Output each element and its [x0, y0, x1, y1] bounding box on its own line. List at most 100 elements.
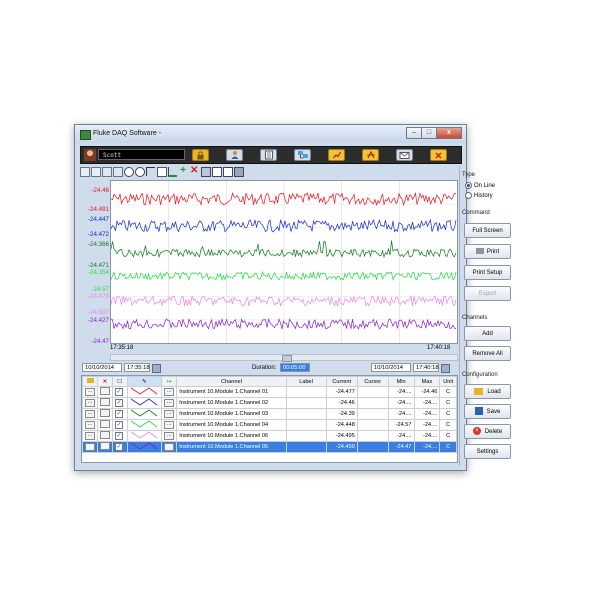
- pen-options-button[interactable]: …: [164, 399, 175, 407]
- print-chart-icon[interactable]: [234, 167, 244, 177]
- cursor-cell: [356, 441, 389, 453]
- table-row[interactable]: … ✓… Instrument 10.Module 1.Channel 06 -24.…: [82, 430, 457, 442]
- label-cell: [285, 441, 327, 453]
- zoom-region-icon[interactable]: [102, 167, 112, 177]
- pen-preview[interactable]: [130, 398, 158, 406]
- channel-cell: Instrument 10.Module 1.Channel 01: [176, 386, 287, 398]
- delete-button[interactable]: × Delete: [464, 424, 511, 439]
- pen-options-button[interactable]: …: [164, 443, 175, 451]
- end-time-field[interactable]: 17:40:18: [413, 363, 439, 372]
- export-button[interactable]: Export: [464, 286, 511, 301]
- visible-checkbox[interactable]: ✓: [115, 443, 123, 451]
- email-icon[interactable]: [396, 149, 413, 161]
- row-delete-button[interactable]: [100, 409, 110, 417]
- row-control-cell: …: [82, 386, 98, 398]
- settings-button[interactable]: Settings: [464, 444, 511, 459]
- close-icon[interactable]: [430, 149, 447, 161]
- visible-checkbox[interactable]: ✓: [115, 432, 123, 440]
- history-radio[interactable]: History: [465, 192, 493, 199]
- delete-column-icon[interactable]: ✕: [97, 376, 113, 387]
- row-control-cell: …: [82, 419, 98, 431]
- visible-checkbox[interactable]: ✓: [115, 410, 123, 418]
- layout-icon[interactable]: [201, 167, 211, 177]
- draw-line-icon[interactable]: [168, 167, 177, 177]
- pen-options-button[interactable]: …: [164, 421, 175, 429]
- pen-options-button[interactable]: …: [164, 388, 175, 396]
- remove-icon[interactable]: ✕: [190, 166, 198, 176]
- row-options-button[interactable]: …: [85, 432, 95, 440]
- row-control-cell: [97, 419, 113, 431]
- list-icon[interactable]: [260, 149, 277, 161]
- start-time-spinner[interactable]: [152, 364, 161, 373]
- row-options-button[interactable]: …: [85, 410, 95, 418]
- user-name-field[interactable]: Scott: [98, 149, 185, 160]
- duration-field[interactable]: 00:05:00: [280, 363, 310, 372]
- instruments-icon[interactable]: [294, 149, 311, 161]
- print-setup-button[interactable]: Print Setup: [464, 265, 511, 280]
- minimize-button[interactable]: –: [406, 127, 422, 139]
- start-date-field[interactable]: 10/10/2014: [82, 363, 122, 372]
- pen-preview[interactable]: [130, 431, 158, 439]
- pen-options-button[interactable]: …: [164, 432, 175, 440]
- columns-icon[interactable]: [212, 167, 222, 177]
- fit-icon[interactable]: [223, 167, 233, 177]
- visible-checkbox[interactable]: ✓: [115, 421, 123, 429]
- add-channel-button[interactable]: Add: [464, 326, 511, 341]
- maximize-button[interactable]: □: [421, 127, 437, 139]
- end-time-spinner[interactable]: [441, 364, 450, 373]
- print-button[interactable]: Print: [464, 244, 511, 259]
- max-cell: -24....: [413, 408, 441, 420]
- full-screen-button[interactable]: Full Screen: [464, 223, 511, 238]
- table-row[interactable]: … ✓… Instrument 10.Module 1.Channel 04 -24.…: [82, 419, 457, 431]
- pen-preview[interactable]: [130, 409, 158, 417]
- channel-header: Channel: [176, 376, 287, 387]
- row-options-button[interactable]: …: [85, 388, 95, 396]
- start-time-field[interactable]: 17:35:18: [124, 363, 150, 372]
- table-row[interactable]: … ✓… Instrument 10.Module 1.Channel 02 -24.…: [82, 397, 457, 409]
- lock-icon[interactable]: [192, 149, 209, 161]
- remove-all-button[interactable]: Remove All: [464, 346, 511, 361]
- pen-preview[interactable]: [130, 442, 158, 450]
- add-icon[interactable]: +: [179, 166, 187, 176]
- row-delete-button[interactable]: [100, 387, 110, 395]
- online-radio[interactable]: On Line: [465, 182, 495, 189]
- trend-chart[interactable]: [110, 180, 458, 344]
- printer-icon: [475, 248, 484, 255]
- open-folder-icon[interactable]: [82, 376, 98, 387]
- pen-preview[interactable]: [130, 387, 158, 395]
- row-options-button[interactable]: …: [85, 421, 95, 429]
- save-button[interactable]: Save: [464, 404, 511, 419]
- row-delete-button[interactable]: [100, 420, 110, 428]
- row-delete-button[interactable]: [100, 398, 110, 406]
- link-icon[interactable]: [80, 167, 90, 177]
- zoom-time-icon[interactable]: [113, 167, 123, 177]
- visible-checkbox[interactable]: ✓: [115, 388, 123, 396]
- visible-checkbox[interactable]: ✓: [115, 399, 123, 407]
- table-row[interactable]: … ✓… Instrument 10.Module 1.Channel 05 -24.…: [82, 441, 457, 453]
- zoom-in-icon[interactable]: [124, 167, 134, 177]
- close-window-button[interactable]: x: [436, 127, 462, 139]
- table-row[interactable]: … ✓… Instrument 10.Module 1.Channel 01 -24.…: [82, 386, 457, 398]
- pen-preview[interactable]: [130, 420, 158, 428]
- scrollbar-thumb[interactable]: [282, 355, 292, 362]
- cursor-icon[interactable]: [146, 167, 155, 176]
- zoom-out-icon[interactable]: [135, 167, 145, 177]
- pen-options-button[interactable]: …: [164, 410, 175, 418]
- row-delete-button[interactable]: [100, 431, 110, 439]
- row-options-button[interactable]: …: [85, 399, 95, 407]
- table-row[interactable]: … ✓… Instrument 10.Module 1.Channel 03 -24.…: [82, 408, 457, 420]
- chart-report-icon[interactable]: [328, 149, 345, 161]
- scan-icon[interactable]: [362, 149, 379, 161]
- grid-icon[interactable]: [157, 167, 167, 177]
- unlink-icon[interactable]: [91, 167, 101, 177]
- user-settings-icon[interactable]: [226, 149, 243, 161]
- time-scrollbar[interactable]: [110, 354, 458, 362]
- max-cell: -24....: [413, 441, 441, 453]
- load-button[interactable]: Load: [464, 384, 511, 399]
- min-cell: -24....: [387, 397, 415, 409]
- current-cell: -24.46: [325, 397, 358, 409]
- add-column-icon[interactable]: ↦: [161, 376, 178, 387]
- row-delete-button[interactable]: [100, 442, 110, 450]
- row-options-button[interactable]: …: [85, 443, 95, 451]
- end-date-field[interactable]: 10/10/2014: [371, 363, 411, 372]
